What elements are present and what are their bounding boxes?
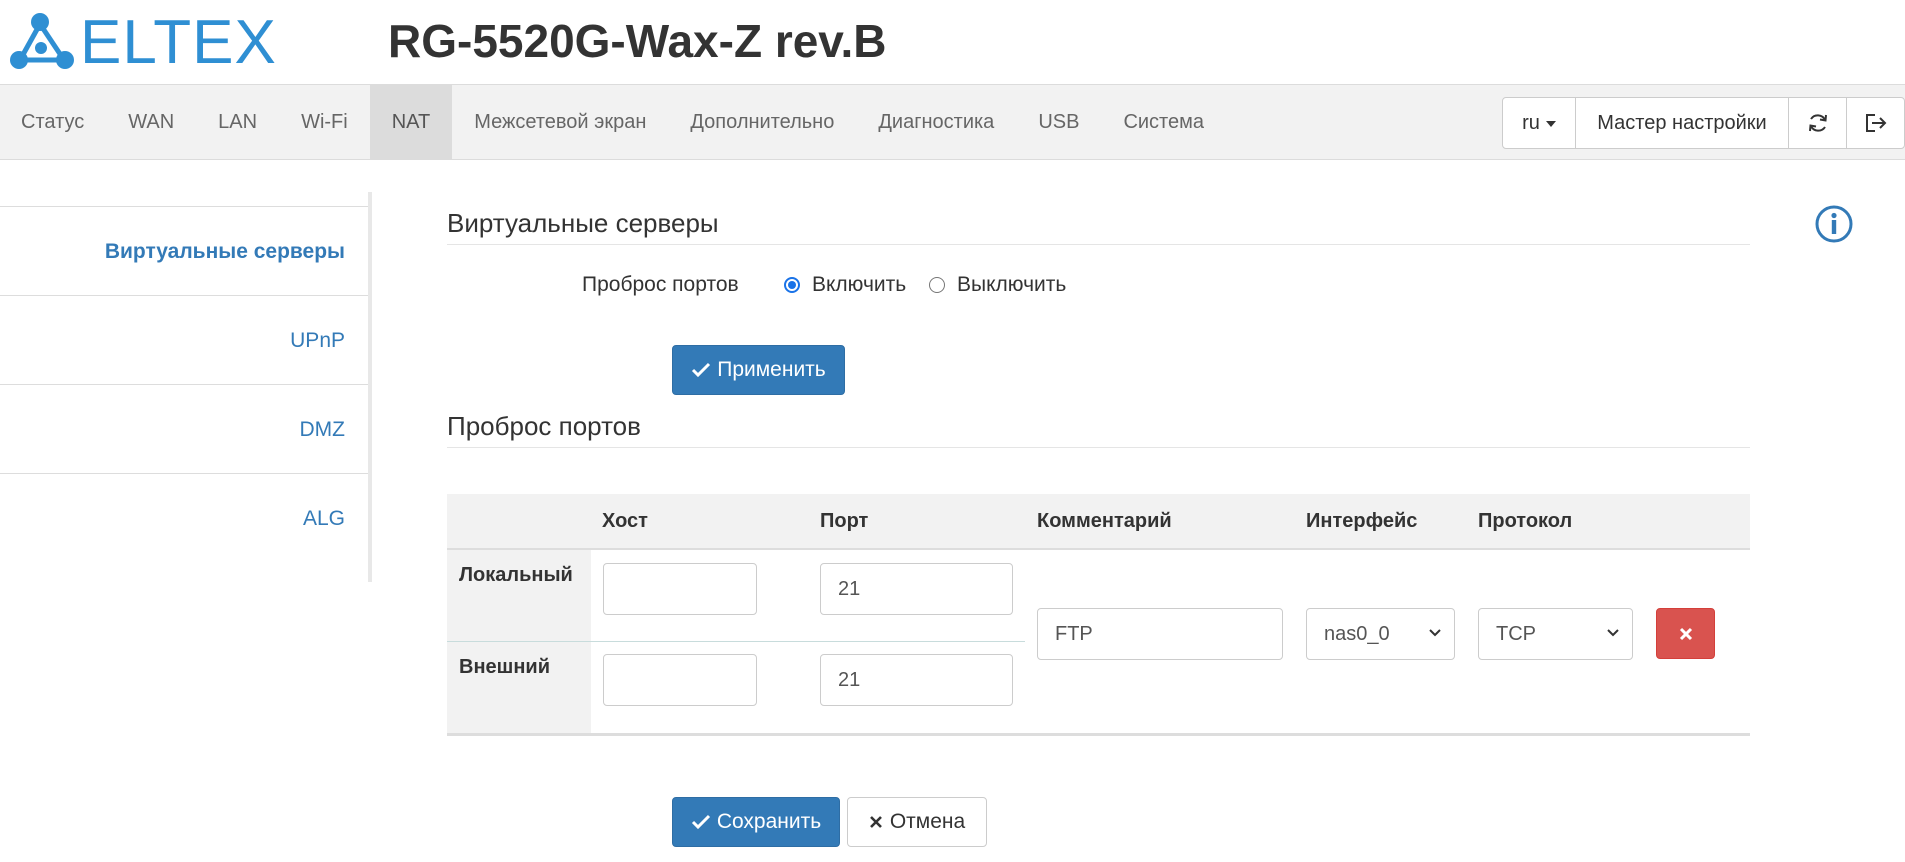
nav-item-diagnostics[interactable]: Диагностика [856, 85, 1016, 159]
save-button[interactable]: Сохранить [672, 797, 840, 847]
logo-wordmark: ELTEX [80, 8, 277, 77]
logo-network-icon [10, 13, 74, 69]
check-icon [691, 814, 710, 830]
cancel-label: Отмена [889, 810, 966, 833]
local-host-input[interactable] [603, 563, 757, 615]
device-title: RG-5520G-Wax-Z rev.B [388, 15, 887, 67]
enable-label: Включить [812, 273, 907, 296]
refresh-icon [1808, 114, 1827, 132]
port-forwarding-title: Проброс портов [447, 411, 1750, 448]
local-port-input[interactable]: 21 [820, 563, 1013, 615]
external-port-input[interactable]: 21 [820, 654, 1013, 706]
nav-item-lan[interactable]: LAN [196, 85, 279, 159]
caret-down-icon [1545, 120, 1556, 127]
radio-checked-icon [784, 277, 800, 293]
cancel-button[interactable]: Отмена [847, 797, 987, 847]
chevron-down-icon [1607, 629, 1619, 637]
chevron-down-icon [1429, 629, 1441, 637]
nav-item-system[interactable]: Система [1101, 85, 1226, 159]
interface-select[interactable]: nas0_0 [1306, 608, 1455, 660]
language-label: ru [1522, 112, 1540, 134]
external-label: Внешний [459, 656, 550, 678]
radio-unchecked-icon [929, 277, 945, 293]
setup-wizard-button[interactable]: Мастер настройки [1575, 98, 1788, 148]
external-host-input[interactable] [603, 654, 757, 706]
column-host: Хост [602, 510, 648, 532]
language-dropdown[interactable]: ru [1503, 98, 1575, 148]
local-label: Локальный [459, 564, 573, 586]
sidebar: Виртуальные серверы UPnP DMZ ALG [0, 192, 372, 582]
eltex-logo: ELTEX [8, 10, 296, 74]
sidebar-item-upnp[interactable]: UPnP [0, 296, 368, 385]
top-navbar: Статус WAN LAN Wi-Fi NAT Межсетевой экра… [0, 84, 1905, 160]
nav-item-wan[interactable]: WAN [106, 85, 196, 159]
logout-button[interactable] [1846, 98, 1904, 148]
info-icon [1815, 205, 1853, 243]
enable-radio[interactable]: Включить [784, 272, 906, 298]
nav-item-status[interactable]: Статус [0, 85, 106, 159]
sidebar-item-alg[interactable]: ALG [0, 474, 368, 563]
table-row: Локальный Внешний 21 21 FTP nas0_0 TCP [447, 550, 1750, 736]
nav-item-nat[interactable]: NAT [369, 85, 453, 159]
nav-item-advanced[interactable]: Дополнительно [668, 85, 856, 159]
protocol-select[interactable]: TCP [1478, 608, 1633, 660]
comment-input[interactable]: FTP [1037, 608, 1283, 660]
sidebar-item-dmz[interactable]: DMZ [0, 385, 368, 474]
table-header: Хост Порт Комментарий Интерфейс Протокол [447, 494, 1750, 550]
nav-item-wifi[interactable]: Wi-Fi [279, 85, 370, 159]
nav-menu: Статус WAN LAN Wi-Fi NAT Межсетевой экра… [0, 85, 1226, 159]
disable-label: Выключить [957, 273, 1067, 296]
column-protocol: Протокол [1478, 510, 1573, 532]
delete-rule-button[interactable] [1656, 608, 1715, 659]
close-icon [869, 816, 882, 828]
save-label: Сохранить [716, 810, 822, 833]
virtual-servers-title: Виртуальные серверы [447, 208, 1750, 245]
disable-radio[interactable]: Выключить [929, 272, 1066, 298]
logout-icon [1865, 114, 1886, 132]
port-forwarding-label: Проброс портов [582, 273, 739, 296]
check-icon [692, 362, 711, 378]
protocol-value: TCP [1496, 623, 1536, 645]
apply-label: Применить [717, 358, 826, 381]
refresh-button[interactable] [1788, 98, 1846, 148]
column-interface: Интерфейс [1306, 510, 1418, 532]
interface-value: nas0_0 [1324, 623, 1390, 645]
nav-button-group: ru Мастер настройки [1502, 97, 1905, 149]
info-button[interactable] [1814, 204, 1854, 244]
close-icon [1679, 627, 1692, 640]
sidebar-item-virtual-servers[interactable]: Виртуальные серверы [0, 207, 368, 296]
nav-item-firewall[interactable]: Межсетевой экран [452, 85, 668, 159]
nav-item-usb[interactable]: USB [1016, 85, 1101, 159]
row-divider [447, 641, 1025, 642]
apply-button[interactable]: Применить [672, 345, 845, 395]
column-comment: Комментарий [1037, 510, 1172, 532]
column-port: Порт [820, 510, 869, 532]
